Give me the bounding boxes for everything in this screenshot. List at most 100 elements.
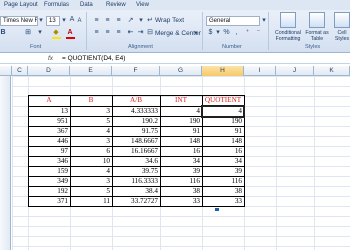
table-border-horizontal	[28, 166, 245, 167]
number-format-select[interactable]: General	[206, 16, 260, 26]
tab-formulas[interactable]: Formulas	[44, 2, 69, 8]
group-label-font: Font	[30, 44, 42, 50]
column-header-i[interactable]: I	[244, 66, 276, 76]
column-header-e[interactable]: E	[70, 66, 112, 76]
gridline-vertical	[276, 76, 277, 250]
chevron-down-icon[interactable]: ▾	[261, 17, 267, 25]
ribbon: Page Layout Formulas Data Review View Ti…	[0, 0, 350, 53]
merge-center-icon[interactable]: ⊟	[146, 29, 154, 37]
borders-icon[interactable]: ⊞	[24, 29, 32, 37]
chevron-down-icon[interactable]: ▾	[61, 17, 67, 25]
header-cell-ab[interactable]: A/B	[112, 95, 160, 106]
table-border-horizontal	[28, 196, 245, 197]
ribbon-tabs: Page Layout Formulas Data Review View	[0, 0, 350, 10]
align-left-icon[interactable]: ≡	[92, 29, 101, 37]
font-size-select[interactable]: 13	[46, 16, 60, 26]
table-border-horizontal	[28, 136, 245, 137]
tab-review[interactable]: Review	[106, 2, 126, 8]
column-header-c[interactable]: C	[12, 66, 28, 76]
gridline-horizontal	[12, 216, 350, 217]
gridline-horizontal	[12, 246, 350, 247]
active-cell-selection[interactable]	[201, 105, 245, 118]
table-border-vertical	[160, 95, 161, 206]
column-headers: C D E F G H I J K	[0, 66, 350, 76]
cell-styles-icon	[334, 12, 350, 28]
table-border-vertical	[112, 95, 113, 206]
percent-button[interactable]: %	[223, 29, 230, 37]
format-as-table-label: Format as Table	[305, 30, 329, 42]
group-separator	[86, 12, 87, 50]
align-middle-icon[interactable]: ≡	[103, 17, 112, 25]
increase-indent-icon[interactable]: ⇥	[136, 29, 145, 37]
format-as-table-button[interactable]: Format as Table	[305, 12, 329, 42]
align-center-icon[interactable]: ≡	[103, 29, 112, 37]
row-headers[interactable]	[0, 76, 11, 250]
currency-button[interactable]: $	[207, 29, 214, 37]
align-top-icon[interactable]: ≡	[92, 17, 101, 25]
wrap-text-button[interactable]: Wrap Text	[155, 17, 184, 24]
header-cell-int[interactable]: INT	[160, 95, 202, 106]
group-separator	[268, 12, 269, 50]
gridline-vertical	[314, 76, 315, 250]
shrink-font-icon[interactable]: A	[76, 17, 83, 25]
orientation-icon[interactable]: ↗	[126, 17, 135, 25]
formula-bar: fx = QUOTIENT(D4, E4)	[0, 54, 350, 64]
cell-styles-button[interactable]: Cell Styles	[331, 12, 350, 42]
column-header-f[interactable]: F	[112, 66, 160, 76]
fx-icon[interactable]: fx	[48, 55, 53, 62]
orientation-dropdown-icon[interactable]: ▾	[137, 17, 145, 25]
table-border-horizontal	[28, 176, 245, 177]
table-border-horizontal	[28, 206, 245, 207]
currency-dropdown-icon[interactable]: ▾	[215, 29, 221, 37]
wrap-text-icon[interactable]: ↵	[146, 17, 154, 25]
conditional-formatting-label: Conditional Formatting	[275, 30, 301, 42]
gridline-vertical	[12, 76, 13, 250]
align-bottom-icon[interactable]: ≡	[114, 17, 123, 25]
chevron-down-icon[interactable]: ▾	[38, 17, 44, 25]
select-all-corner[interactable]	[0, 66, 12, 76]
table-border-horizontal	[28, 146, 245, 147]
borders-dropdown-icon[interactable]: ▾	[36, 29, 44, 37]
increase-decimal-icon[interactable]: ⁺	[243, 29, 252, 37]
column-header-g[interactable]: G	[160, 66, 202, 76]
cell-styles-label: Cell Styles	[334, 30, 350, 42]
merge-dropdown-icon[interactable]: ▾	[193, 30, 199, 38]
bold-button[interactable]: B	[0, 29, 6, 37]
worksheet-grid[interactable]: A B A/B INT QUOTIENT 13 3 4.333333 4 4 951 5 19…	[12, 76, 350, 250]
header-cell-b[interactable]: B	[70, 95, 112, 106]
font-color-swatch	[66, 37, 75, 39]
table-border-horizontal	[28, 126, 245, 127]
column-header-d[interactable]: D	[28, 66, 70, 76]
gridline-horizontal	[12, 226, 350, 227]
column-header-k[interactable]: K	[314, 66, 350, 76]
decrease-indent-icon[interactable]: ⇤	[126, 29, 135, 37]
font-name-select[interactable]: Times New Rom	[0, 16, 38, 26]
comma-button[interactable]: ,	[233, 29, 240, 37]
format-as-table-icon	[309, 12, 325, 28]
font-color-icon[interactable]: A	[66, 29, 74, 37]
column-header-h[interactable]: H	[202, 66, 244, 76]
tab-data[interactable]: Data	[80, 2, 93, 8]
column-header-j[interactable]: J	[276, 66, 314, 76]
tab-page-layout[interactable]: Page Layout	[4, 2, 38, 8]
group-label-styles: Styles	[305, 44, 321, 50]
header-cell-a[interactable]: A	[28, 95, 70, 106]
gridline-horizontal	[12, 86, 350, 87]
group-label-alignment: Alignment	[128, 44, 153, 50]
fill-color-swatch	[52, 37, 61, 39]
align-right-icon[interactable]: ≡	[114, 29, 123, 37]
tab-view[interactable]: View	[136, 2, 149, 8]
conditional-formatting-button[interactable]: Conditional Formatting	[272, 12, 304, 42]
conditional-formatting-icon	[280, 12, 296, 28]
fill-color-icon[interactable]: ◆	[52, 29, 60, 37]
grow-font-icon[interactable]: A	[68, 16, 76, 24]
paste-options-icon[interactable]	[214, 207, 220, 212]
table-border-horizontal	[28, 95, 245, 96]
table-border-vertical	[70, 95, 71, 206]
decrease-decimal-icon[interactable]: ⁻	[254, 29, 263, 37]
gridline-horizontal	[12, 76, 350, 77]
table-border-horizontal	[28, 186, 245, 187]
gridline-horizontal	[12, 236, 350, 237]
formula-input[interactable]: = QUOTIENT(D4, E4)	[62, 55, 125, 62]
group-separator	[202, 12, 203, 50]
